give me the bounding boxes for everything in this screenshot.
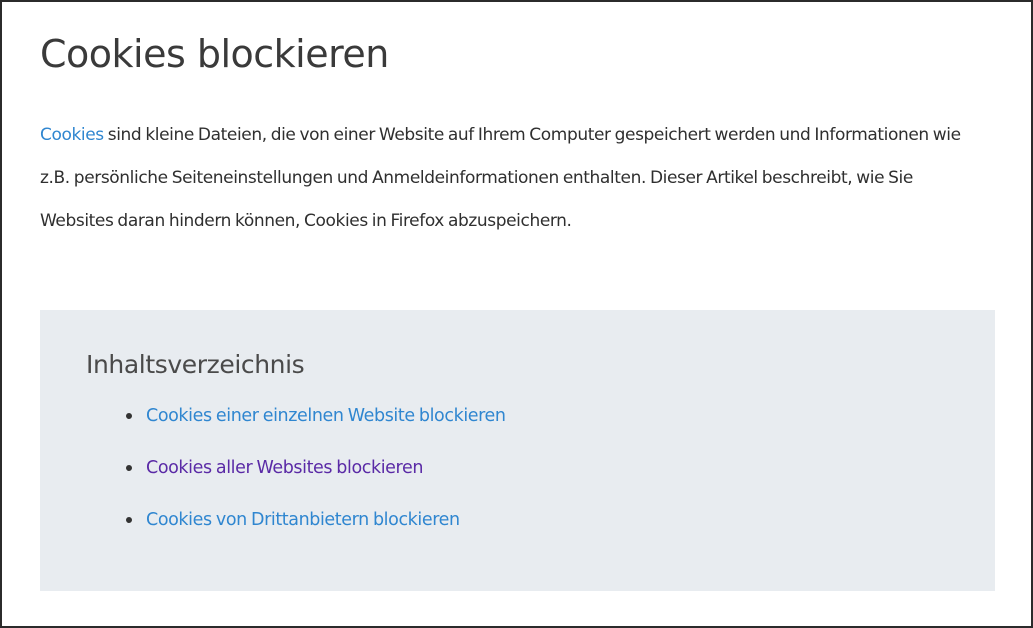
toc-heading: Inhaltsverzeichnis [86,350,305,379]
page-title: Cookies blockieren [40,32,389,76]
toc-link-all-websites[interactable]: Cookies aller Websites blockieren [146,446,423,490]
intro-paragraph: Cookies sind kleine Dateien, die von ein… [40,114,990,243]
toc-link-third-party[interactable]: Cookies von Drittanbietern blockieren [146,498,460,542]
toc-link-single-website[interactable]: Cookies einer einzelnen Website blockier… [146,394,506,438]
bullet-icon [126,465,132,471]
article-page: Cookies blockieren Cookies sind kleine D… [0,0,1033,628]
table-of-contents: Inhaltsverzeichnis Cookies einer einzeln… [40,310,995,591]
bullet-icon [126,413,132,419]
cookies-link[interactable]: Cookies [40,125,104,145]
intro-text: sind kleine Dateien, die von einer Websi… [40,125,961,231]
bullet-icon [126,517,132,523]
